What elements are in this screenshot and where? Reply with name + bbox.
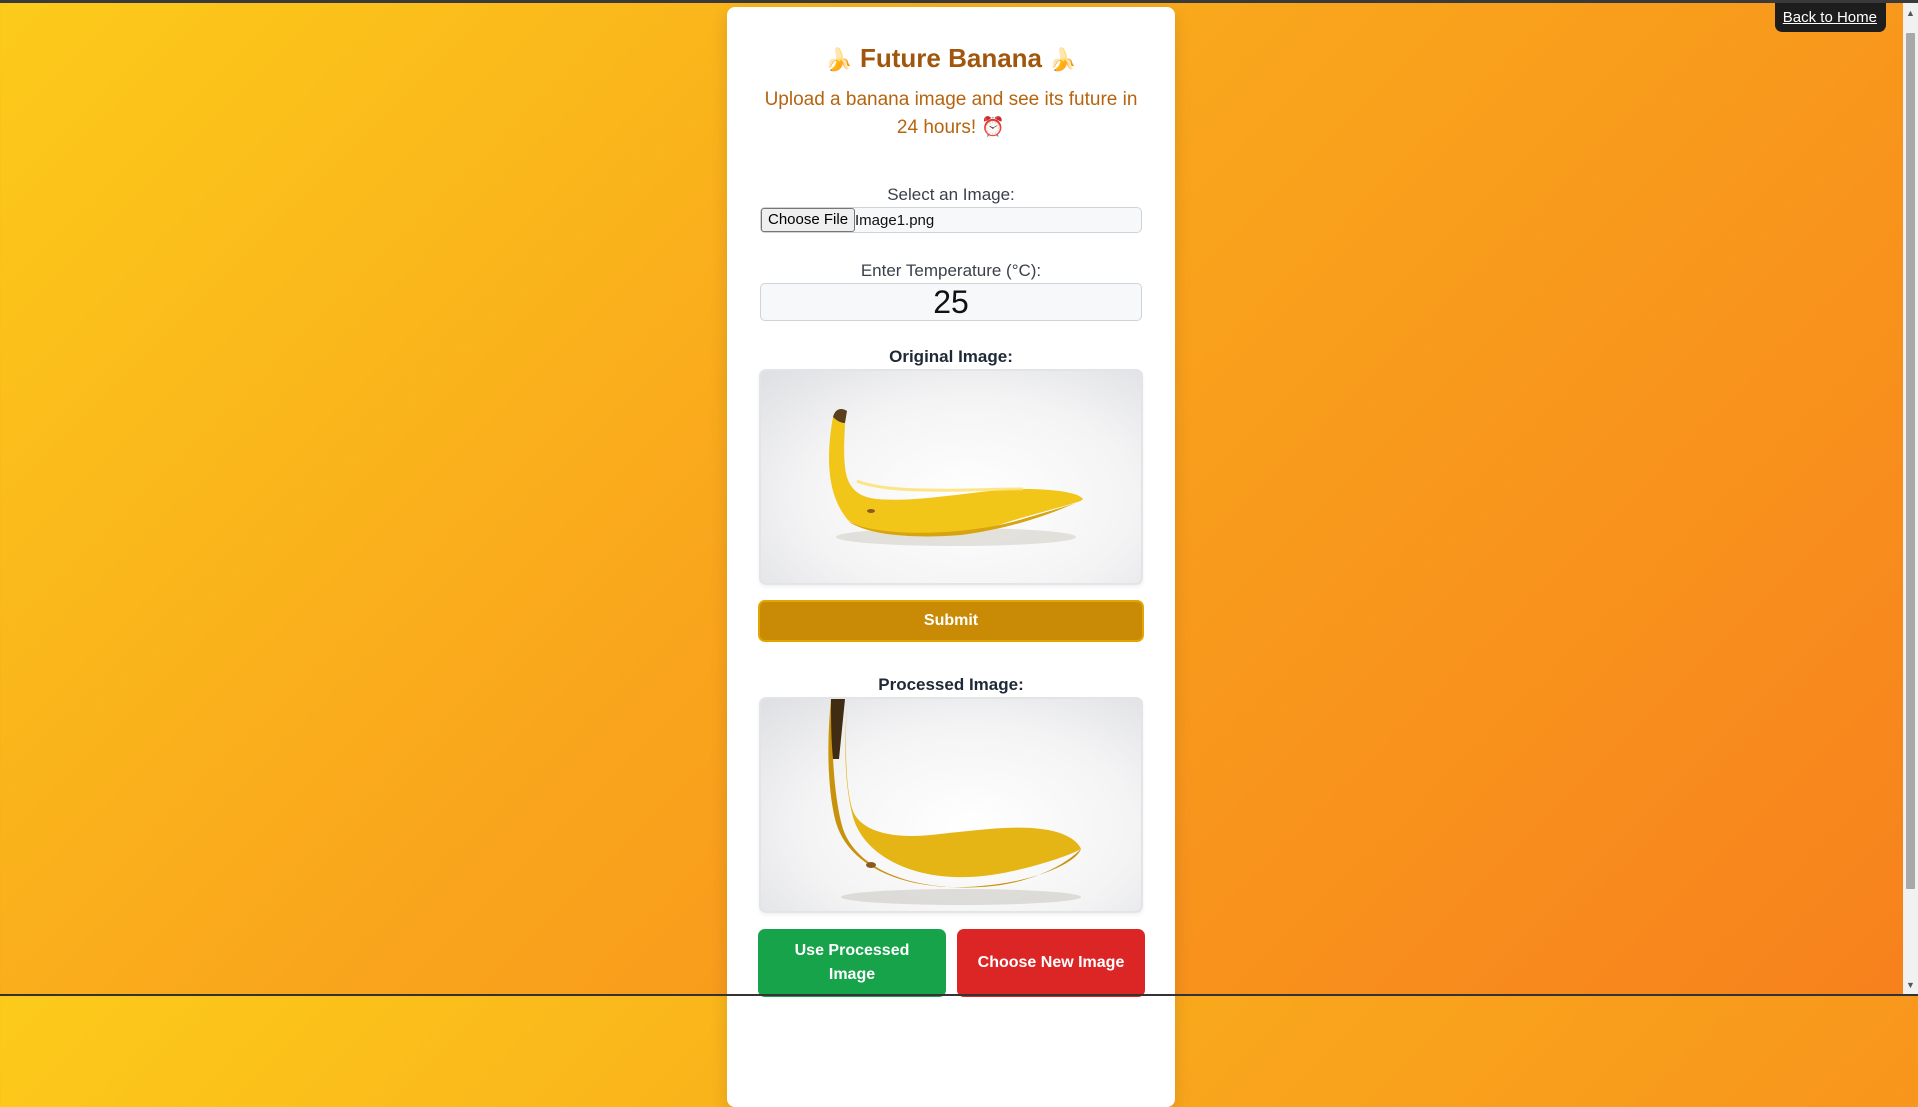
choose-file-button[interactable]: Choose File [761, 208, 856, 232]
choose-new-image-button[interactable]: Choose New Image [957, 929, 1145, 997]
back-to-home-link[interactable]: Back to Home [1774, 3, 1886, 32]
title-text: Future Banana [859, 43, 1043, 73]
scroll-down-arrow-icon[interactable]: ▼ [1903, 977, 1918, 994]
page-subtitle: Upload a banana image and see its future… [764, 89, 1138, 138]
select-image-label: Select an Image: [887, 185, 1015, 204]
main-card: 🍌 Future Banana 🍌 Upload a banana image … [727, 7, 1175, 1107]
banana-icon: 🍌 [825, 47, 853, 72]
banana-icon: 🍌 [1049, 47, 1077, 72]
processed-banana-image [759, 697, 1143, 913]
use-processed-image-button[interactable]: Use Processed Image [758, 929, 946, 997]
original-banana-image [759, 369, 1143, 585]
window-top-border [0, 0, 1918, 3]
file-input[interactable]: Choose File Image1.png [760, 207, 1142, 233]
processed-image-label: Processed Image: [878, 675, 1024, 694]
original-image-label: Original Image: [889, 347, 1013, 366]
vertical-scrollbar[interactable]: ▲ ▼ [1903, 3, 1918, 994]
selected-file-name: Image1.png [855, 212, 935, 229]
temperature-input[interactable]: 25 [760, 283, 1142, 321]
scrollbar-thumb[interactable] [1906, 33, 1915, 889]
submit-button[interactable]: Submit [758, 600, 1144, 642]
page-title: 🍌 Future Banana 🍌 [727, 43, 1175, 74]
scroll-up-arrow-icon[interactable]: ▲ [1903, 3, 1918, 20]
temperature-label: Enter Temperature (°C): [860, 261, 1042, 280]
